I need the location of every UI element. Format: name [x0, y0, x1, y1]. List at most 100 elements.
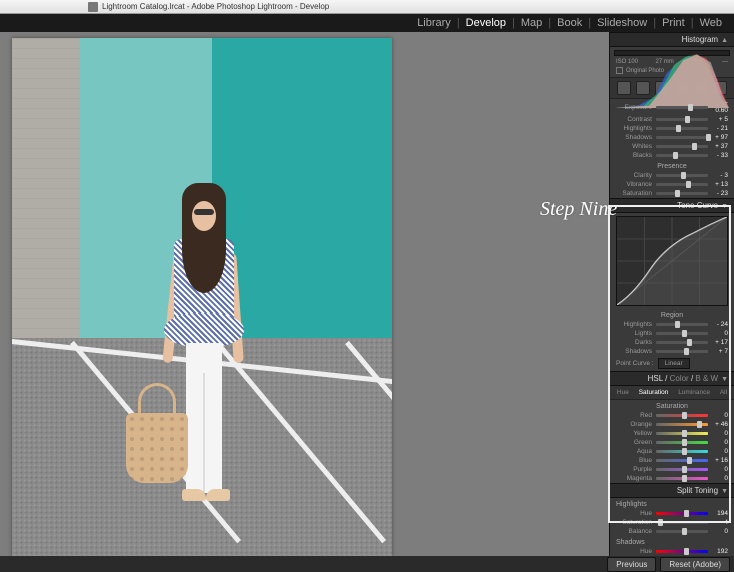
histogram[interactable] [614, 50, 730, 56]
st-sh-hue-slider[interactable] [656, 550, 708, 553]
st-hi-hue-row: Hue194 [610, 509, 734, 518]
st-balance-slider[interactable] [656, 530, 708, 533]
hsl-yellow-label: Yellow [616, 430, 656, 437]
presence-label: Presence [610, 160, 734, 171]
presence-clarity-slider[interactable] [656, 174, 708, 177]
hsl-tab-hue[interactable]: Hue [614, 388, 632, 397]
panel-tonecurve-header[interactable]: Tone Curve▼ [610, 198, 734, 213]
tc-highlights-slider[interactable] [656, 323, 708, 326]
st-balance-row: Balance 0 [610, 527, 734, 536]
image-canvas[interactable] [0, 32, 609, 556]
tc-lights-value[interactable]: 0 [708, 330, 728, 337]
tc-shadows-value[interactable]: + 7 [708, 348, 728, 355]
presence-vibrance-slider[interactable] [656, 183, 708, 186]
st-sh-hue-value[interactable]: 192 [708, 548, 728, 555]
basic-highlights-slider[interactable] [656, 127, 708, 130]
tc-shadows-row: Shadows + 7 [610, 347, 734, 356]
basic-blacks-value[interactable]: - 33 [708, 152, 728, 159]
basic-blacks-label: Blacks [616, 152, 656, 159]
module-web[interactable]: Web [694, 17, 728, 29]
basic-exposure-slider[interactable] [656, 106, 708, 109]
hsl-yellow-value[interactable]: 0 [708, 430, 728, 437]
tone-curve-graph[interactable] [616, 216, 728, 306]
hsl-tab-luminance[interactable]: Luminance [675, 388, 713, 397]
hsl-red-label: Red [616, 412, 656, 419]
basic-whites-slider[interactable] [656, 145, 708, 148]
hsl-purple-slider[interactable] [656, 468, 708, 471]
reset-button[interactable]: Reset (Adobe) [660, 557, 730, 572]
st-balance-value[interactable]: 0 [708, 528, 728, 535]
basic-whites-row: Whites+ 37 [610, 142, 734, 151]
presence-saturation-value[interactable]: - 23 [708, 190, 728, 197]
st-hi-sat-value[interactable]: 4 [708, 519, 728, 526]
module-map[interactable]: Map [515, 17, 548, 29]
basic-shadows-slider[interactable] [656, 136, 708, 139]
panel-hsl-header[interactable]: HSL / Color / B & W▼ [610, 371, 734, 386]
hsl-blue-row: Blue + 16 [610, 456, 734, 465]
presence-vibrance-value[interactable]: + 13 [708, 181, 728, 188]
presence-saturation-slider[interactable] [656, 192, 708, 195]
hsl-orange-slider[interactable] [656, 423, 708, 426]
tc-darks-value[interactable]: + 17 [708, 339, 728, 346]
st-sh-hue-row: Hue 192 [610, 547, 734, 556]
hsl-blue-value[interactable]: + 16 [708, 457, 728, 464]
hsl-magenta-value[interactable]: 0 [708, 475, 728, 482]
hsl-green-row: Green 0 [610, 438, 734, 447]
hsl-blue-slider[interactable] [656, 459, 708, 462]
hsl-aqua-row: Aqua0 [610, 447, 734, 456]
basic-shadows-row: Shadows+ 97 [610, 133, 734, 142]
hsl-yellow-slider[interactable] [656, 432, 708, 435]
basic-contrast-slider[interactable] [656, 118, 708, 121]
st-hi-hue-value[interactable]: 194 [708, 510, 728, 517]
hsl-magenta-slider[interactable] [656, 477, 708, 480]
hsl-tab-saturation[interactable]: Saturation [636, 388, 672, 397]
hsl-orange-row: Orange+ 46 [610, 420, 734, 429]
st-hi-hue-slider[interactable] [656, 512, 708, 515]
presence-saturation-row: Saturation- 23 [610, 189, 734, 198]
module-book[interactable]: Book [551, 17, 588, 29]
hsl-blue-label: Blue [616, 457, 656, 464]
panel-histogram-header[interactable]: Histogram▲ [610, 32, 734, 47]
module-slideshow[interactable]: Slideshow [591, 17, 653, 29]
tc-lights-slider[interactable] [656, 332, 708, 335]
hsl-green-value[interactable]: 0 [708, 439, 728, 446]
presence-vibrance-row: Vibrance+ 13 [610, 180, 734, 189]
panel-splittoning-header[interactable]: Split Toning▼ [610, 483, 734, 498]
st-hi-sat-slider[interactable] [656, 521, 708, 524]
hsl-purple-row: Purple0 [610, 465, 734, 474]
module-library[interactable]: Library [411, 17, 457, 29]
hsl-red-slider[interactable] [656, 414, 708, 417]
module-develop[interactable]: Develop [460, 17, 512, 29]
hsl-red-value[interactable]: 0 [708, 412, 728, 419]
basic-whites-value[interactable]: + 37 [708, 143, 728, 150]
point-curve-select[interactable]: Linear [658, 358, 690, 369]
tc-highlights-label: Highlights [616, 321, 656, 328]
st-sh-hue-label: Hue [616, 548, 656, 555]
hsl-tabs: Hue Saturation Luminance All [610, 386, 734, 400]
basic-contrast-label: Contrast [616, 116, 656, 123]
basic-highlights-value[interactable]: - 21 [708, 125, 728, 132]
hsl-green-label: Green [616, 439, 656, 446]
basic-shadows-value[interactable]: + 97 [708, 134, 728, 141]
hsl-magenta-label: Magenta [616, 475, 656, 482]
hsl-tab-all[interactable]: All [717, 388, 730, 397]
hsl-orange-value[interactable]: + 46 [708, 421, 728, 428]
st-highlights-label: Highlights [610, 498, 734, 509]
module-print[interactable]: Print [656, 17, 691, 29]
window-title: Lightroom Catalog.lrcat - Adobe Photosho… [102, 2, 329, 11]
st-balance-label: Balance [616, 528, 656, 535]
presence-clarity-value[interactable]: - 3 [708, 172, 728, 179]
tc-darks-slider[interactable] [656, 341, 708, 344]
tc-highlights-value[interactable]: - 24 [708, 321, 728, 328]
doc-icon [88, 2, 98, 12]
basic-contrast-value[interactable]: + 5 [708, 116, 728, 123]
previous-button[interactable]: Previous [607, 557, 656, 572]
hsl-aqua-slider[interactable] [656, 450, 708, 453]
tc-shadows-label: Shadows [616, 348, 656, 355]
basic-blacks-slider[interactable] [656, 154, 708, 157]
hsl-aqua-value[interactable]: 0 [708, 448, 728, 455]
hsl-green-slider[interactable] [656, 441, 708, 444]
tc-lights-row: Lights0 [610, 329, 734, 338]
hsl-purple-value[interactable]: 0 [708, 466, 728, 473]
tc-shadows-slider[interactable] [656, 350, 708, 353]
